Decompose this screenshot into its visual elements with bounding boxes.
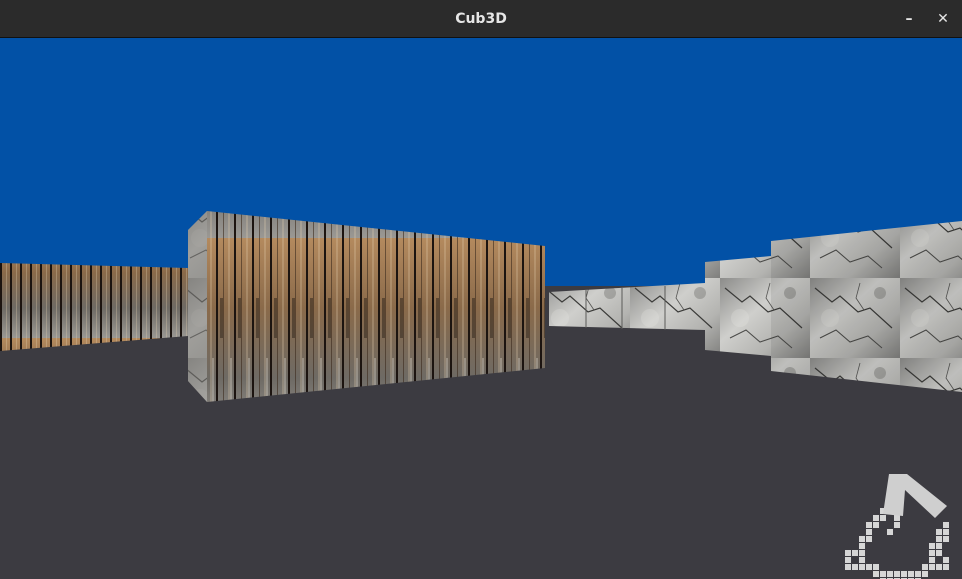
raycast-scene — [0, 38, 962, 579]
minimap-cell — [929, 564, 935, 570]
minimap-cell — [866, 564, 872, 570]
minimap-cell — [936, 564, 942, 570]
minimap-cell — [880, 571, 886, 577]
minimap-cell — [845, 550, 851, 556]
minimap-cell — [943, 557, 949, 563]
minimap-cell — [894, 515, 900, 521]
game-window: Cub3D – ✕ — [0, 0, 962, 579]
minimap-cell — [866, 529, 872, 535]
minimize-button[interactable]: – — [898, 8, 920, 30]
minimap-cell — [922, 564, 928, 570]
minimap-cell — [845, 557, 851, 563]
minimap-cell — [936, 550, 942, 556]
title-bar[interactable]: Cub3D – ✕ — [0, 0, 962, 38]
window-title: Cub3D — [455, 11, 507, 27]
minimap-cell — [887, 529, 893, 535]
minimap-cell — [929, 543, 935, 549]
minimap-cell — [929, 557, 935, 563]
minimap-cell — [866, 522, 872, 528]
minimap-cell — [936, 543, 942, 549]
minimap-cell — [936, 529, 942, 535]
minimap-cell — [929, 550, 935, 556]
minimap-cell — [943, 529, 949, 535]
minimap-cell — [873, 522, 879, 528]
minimap-cell — [852, 564, 858, 570]
minimap-cell — [859, 543, 865, 549]
minimap-cell — [859, 550, 865, 556]
minimap-cell — [859, 536, 865, 542]
wall-wood-left — [0, 263, 188, 351]
minimap-cell — [845, 564, 851, 570]
minimap-cell — [943, 536, 949, 542]
minimap-cell — [894, 571, 900, 577]
minimap-cell — [873, 571, 879, 577]
minimap-cell — [873, 564, 879, 570]
close-button[interactable]: ✕ — [932, 8, 954, 30]
minimap-cell — [859, 564, 865, 570]
minimap-cell — [859, 557, 865, 563]
minimap-cell — [901, 571, 907, 577]
wall-stone-mid — [705, 256, 771, 356]
minimap-cell — [936, 536, 942, 542]
minimap-cell — [873, 515, 879, 521]
minimap-cell — [866, 536, 872, 542]
minimap-cell — [943, 564, 949, 570]
game-viewport[interactable] — [0, 38, 962, 579]
minimap-cell — [887, 571, 893, 577]
minimap-cell — [880, 515, 886, 521]
minimap-cell — [908, 571, 914, 577]
minimap-cell — [943, 522, 949, 528]
minimap-cell — [852, 550, 858, 556]
minimap-cell — [894, 522, 900, 528]
minimap-cell — [922, 571, 928, 577]
minimap-cell — [915, 571, 921, 577]
